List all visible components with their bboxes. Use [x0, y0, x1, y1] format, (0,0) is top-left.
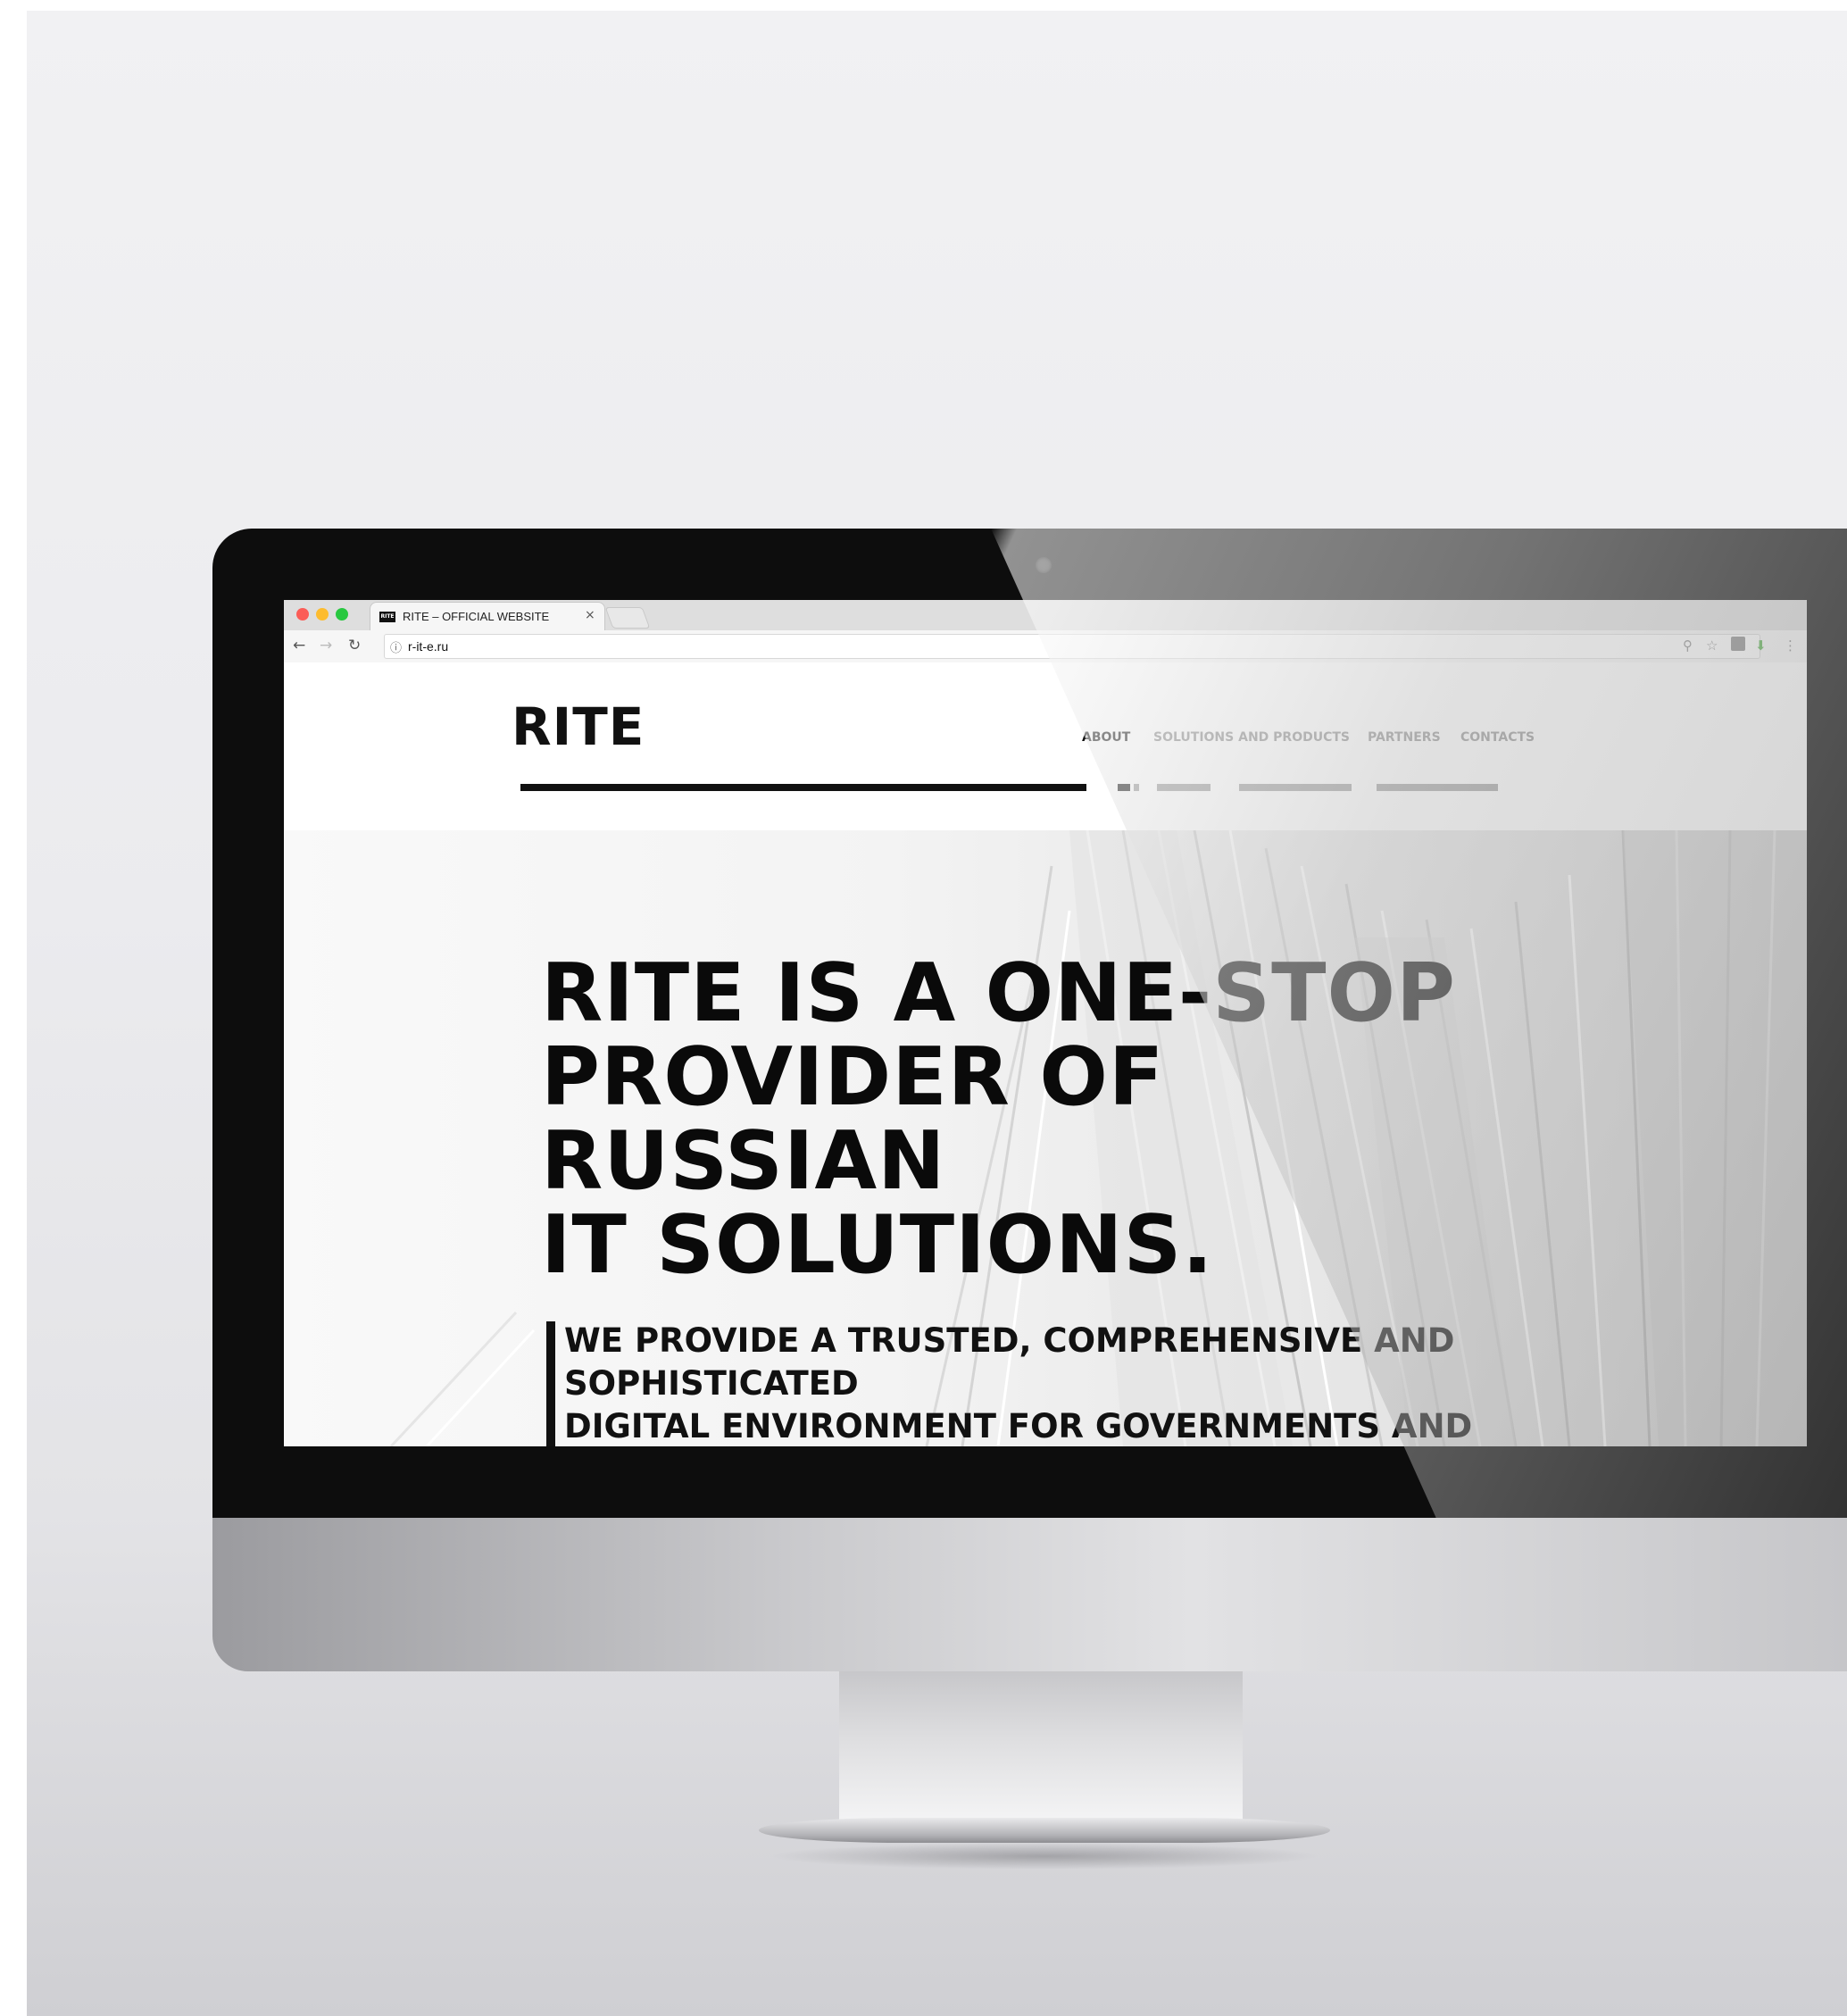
nav-underline-about [1157, 784, 1211, 791]
site-logo[interactable]: RITE [512, 696, 645, 757]
hero-subtitle: WE PROVIDE A TRUSTED, COMPREHENSIVE AND … [564, 1320, 1546, 1446]
menu-kebab-icon[interactable]: ⋮ [1784, 637, 1797, 654]
browser-tab[interactable]: RITE RITE – OFFICIAL WEBSITE × [370, 602, 605, 631]
logo-underline [520, 784, 1086, 791]
browser-tab-bar: RITE RITE – OFFICIAL WEBSITE × [284, 600, 1807, 631]
favicon-icon: RITE [379, 612, 395, 622]
monitor-stand-neck [839, 1671, 1243, 1821]
close-dot-icon[interactable] [296, 608, 309, 621]
hero-subtitle-line: WE PROVIDE A TRUSTED, COMPREHENSIVE AND [564, 1321, 1455, 1360]
hero-subtitle-line: SOPHISTICATED [564, 1364, 859, 1403]
search-icon[interactable]: ⚲ [1683, 637, 1693, 654]
nav-active-indicator [1118, 784, 1130, 791]
url-text: r-it-e.ru [408, 639, 449, 654]
hero-section: RITE IS A ONE-STOP PROVIDER OF RUSSIAN I… [284, 830, 1807, 1446]
bookmark-star-icon[interactable]: ☆ [1706, 637, 1718, 654]
nav-about[interactable]: ABOUT [1082, 730, 1130, 745]
address-bar: ← → ↻ ⓘ r-it-e.ru ⚲ ☆ ⬇ ⋮ [284, 630, 1807, 663]
new-tab-button[interactable] [604, 607, 651, 629]
hero-title-line: IT SOLUTIONS. [541, 1198, 1214, 1292]
hero-title: RITE IS A ONE-STOP PROVIDER OF RUSSIAN I… [541, 952, 1523, 1287]
hero-subtitle-line: DIGITAL ENVIRONMENT FOR GOVERNMENTS AND [564, 1407, 1473, 1445]
nav-solutions-and-products[interactable]: SOLUTIONS AND PRODUCTS [1153, 730, 1350, 745]
tab-title: RITE – OFFICIAL WEBSITE [403, 610, 550, 623]
hero-title-line: RUSSIAN [541, 1114, 946, 1208]
nav-partners[interactable]: PARTNERS [1368, 730, 1441, 745]
hero-title-line: PROVIDER OF [541, 1030, 1165, 1124]
zoom-dot-icon[interactable] [336, 608, 348, 621]
webcam [1036, 557, 1052, 573]
monitor-screen: RITE RITE – OFFICIAL WEBSITE × ← → ↻ ⓘ r… [284, 600, 1807, 1446]
site-header: RITE ABOUT SOLUTIONS AND PRODUCTS PARTNE… [284, 662, 1807, 830]
nav-underline-solutions [1239, 784, 1352, 791]
tab-close-icon[interactable]: × [585, 608, 595, 622]
back-icon[interactable]: ← [293, 637, 305, 654]
nav-underline-contacts [1377, 784, 1498, 791]
reload-icon[interactable]: ↻ [348, 637, 361, 654]
nav-divider [1134, 784, 1139, 791]
hero-title-line: RITE IS A ONE-STOP [541, 946, 1456, 1040]
hero-accent-bar [546, 1321, 555, 1446]
minimize-dot-icon[interactable] [316, 608, 329, 621]
download-arrow-icon[interactable]: ⬇ [1755, 637, 1767, 654]
monitor-chin [212, 1518, 1847, 1671]
stand-shadow [768, 1843, 1321, 1870]
url-input[interactable]: ⓘ r-it-e.ru [384, 634, 1760, 659]
forward-icon[interactable]: → [320, 637, 332, 654]
monitor-stand-foot [759, 1818, 1330, 1843]
nav-contacts[interactable]: CONTACTS [1460, 730, 1535, 745]
info-icon[interactable]: ⓘ [390, 638, 402, 655]
extension-icon[interactable] [1731, 637, 1745, 651]
